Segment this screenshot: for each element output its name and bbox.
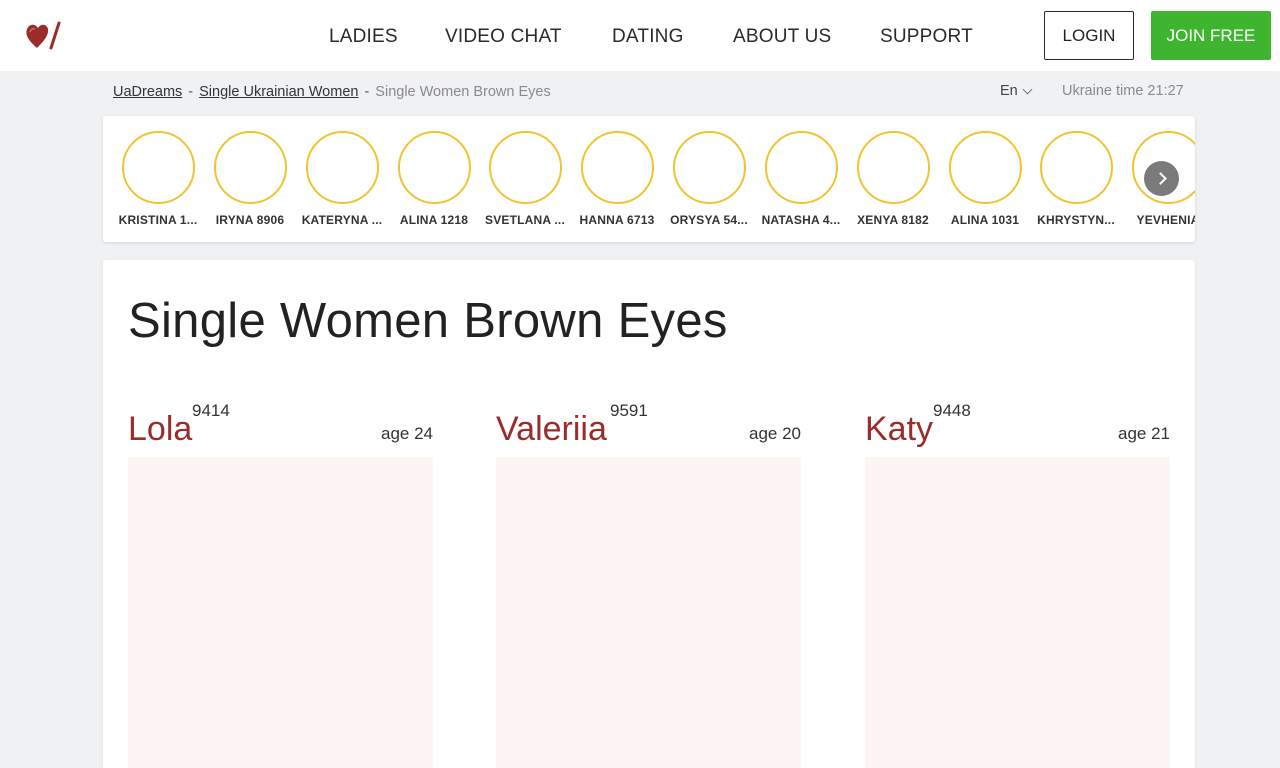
story-avatar xyxy=(764,131,838,204)
story-avatar xyxy=(672,131,746,204)
story-avatar xyxy=(397,131,471,204)
profile-id: 9414 xyxy=(192,401,230,420)
stories-strip: KRISTINA 1... IRYNA 8906 KATERYNA ... AL… xyxy=(103,116,1195,242)
language-label: En xyxy=(1000,83,1018,99)
page-title: Single Women Brown Eyes xyxy=(128,294,728,348)
profile-photo[interactable] xyxy=(865,457,1170,768)
profile-photo[interactable] xyxy=(496,457,801,768)
profile-age: age 20 xyxy=(749,424,801,443)
nav-dating[interactable]: DATING xyxy=(612,26,684,48)
story-avatar xyxy=(948,131,1022,204)
breadcrumb: UaDreams - Single Ukrainian Women - Sing… xyxy=(113,84,551,100)
story-item[interactable]: ORYSYA 54... xyxy=(663,131,755,227)
nav-ladies[interactable]: LADIES xyxy=(329,26,398,48)
story-name: HANNA 6713 xyxy=(579,213,655,227)
nav-video-chat[interactable]: VIDEO CHAT xyxy=(445,26,562,48)
language-selector[interactable]: En xyxy=(1000,83,1033,99)
breadcrumb-link-category[interactable]: Single Ukrainian Women xyxy=(199,84,358,100)
story-name: IRYNA 8906 xyxy=(215,213,285,227)
story-name: KHRYSTYN... xyxy=(1037,213,1115,227)
story-item[interactable]: ALINA 1031 xyxy=(939,131,1031,227)
login-button[interactable]: LOGIN xyxy=(1044,11,1134,60)
story-avatar xyxy=(305,131,379,204)
story-name: KRISTINA 1... xyxy=(118,213,198,227)
story-item[interactable]: KATERYNA ... xyxy=(296,131,388,227)
profile-name[interactable]: Valeriia xyxy=(496,410,607,449)
chevron-right-icon xyxy=(1153,172,1167,185)
story-name: XENYA 8182 xyxy=(857,213,929,227)
story-item[interactable]: XENYA 8182 xyxy=(847,131,939,227)
story-avatar xyxy=(488,131,562,204)
chevron-down-icon xyxy=(1022,84,1033,94)
breadcrumb-current: Single Women Brown Eyes xyxy=(375,84,551,100)
story-avatar xyxy=(856,131,930,204)
story-avatar xyxy=(580,131,654,204)
story-name: ALINA 1218 xyxy=(399,213,469,227)
profile-id: 9591 xyxy=(610,401,648,420)
breadcrumb-link-home[interactable]: UaDreams xyxy=(113,84,182,100)
story-avatar xyxy=(1039,131,1113,204)
story-item[interactable]: KRISTINA 1... xyxy=(112,131,204,227)
ukraine-time: Ukraine time 21:27 xyxy=(1062,83,1184,99)
story-avatar xyxy=(213,131,287,204)
story-item[interactable]: IRYNA 8906 xyxy=(204,131,296,227)
profile-name[interactable]: Katy xyxy=(865,410,933,449)
breadcrumb-separator: - xyxy=(364,84,370,100)
story-name: SVETLANA ... xyxy=(485,213,565,227)
nav-about-us[interactable]: ABOUT US xyxy=(733,26,831,48)
profile-age: age 24 xyxy=(381,424,433,443)
nav-support[interactable]: SUPPORT xyxy=(880,26,973,48)
profile-photo[interactable] xyxy=(128,457,433,768)
story-item[interactable]: SVETLANA ... xyxy=(479,131,571,227)
story-name: ORYSYA 54... xyxy=(670,213,748,227)
story-item[interactable]: NATASHA 4... xyxy=(755,131,847,227)
join-free-button[interactable]: JOIN FREE xyxy=(1151,11,1271,60)
profile-name[interactable]: Lola xyxy=(128,410,192,449)
story-name: NATASHA 4... xyxy=(761,213,841,227)
story-item[interactable]: KHRYSTYN... xyxy=(1030,131,1122,227)
story-item[interactable]: ALINA 1218 xyxy=(388,131,480,227)
story-item[interactable]: HANNA 6713 xyxy=(571,131,663,227)
story-name: YEVHENIA xyxy=(1136,213,1195,227)
results-panel: Single Women Brown Eyes Lola 9414 age 24… xyxy=(103,260,1195,768)
story-name: KATERYNA ... xyxy=(301,213,383,227)
stories-next-button[interactable] xyxy=(1144,161,1179,196)
profile-id: 9448 xyxy=(933,401,971,420)
breadcrumb-separator: - xyxy=(188,84,194,100)
story-avatar xyxy=(121,131,195,204)
profile-age: age 21 xyxy=(1118,424,1170,443)
story-name: ALINA 1031 xyxy=(950,213,1020,227)
site-header: LADIES VIDEO CHAT DATING ABOUT US SUPPOR… xyxy=(0,0,1280,71)
